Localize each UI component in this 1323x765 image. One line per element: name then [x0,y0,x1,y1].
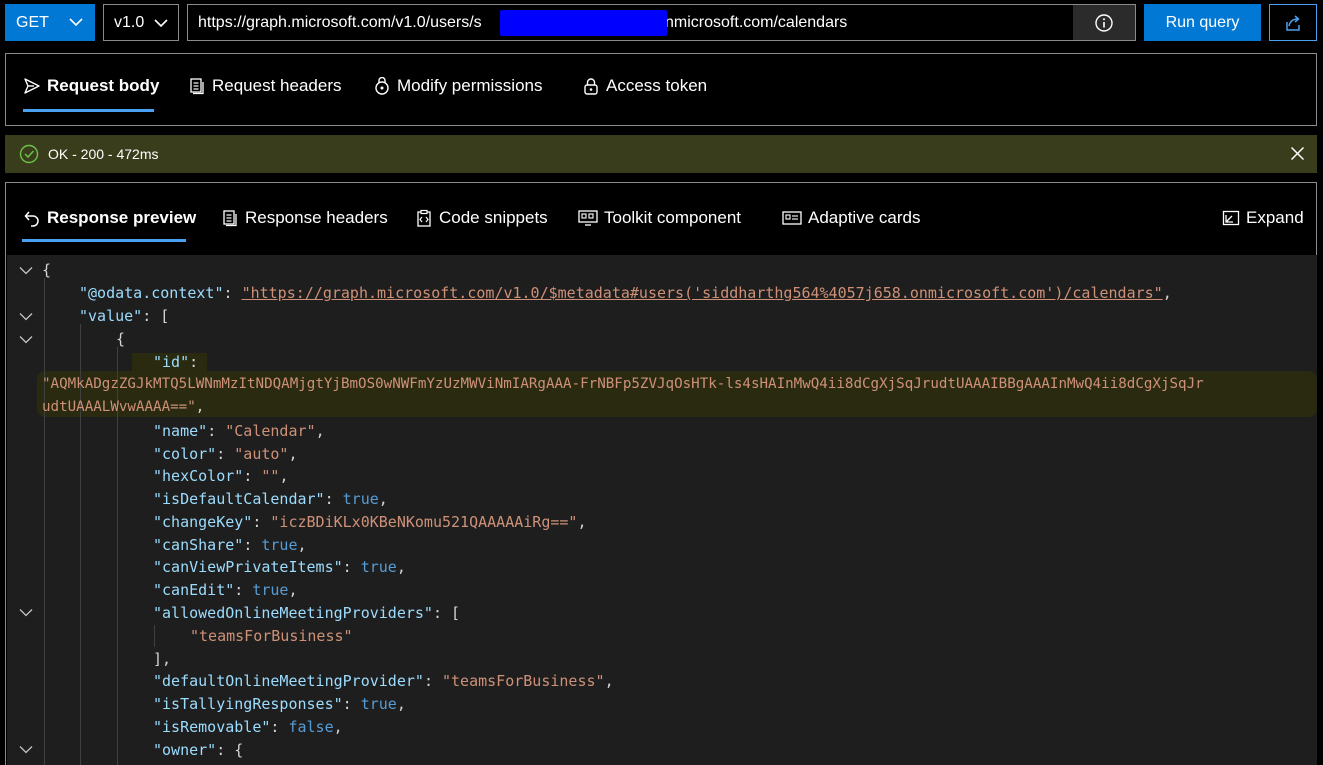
fold-toggle[interactable] [19,601,35,624]
info-icon [1095,13,1113,32]
redaction-mark [500,10,667,36]
chevron-down-icon [19,746,33,754]
response-json-editor[interactable]: { "@odata.context": "https://graph.micro… [7,255,1317,765]
indent-guide [154,625,155,647]
permissions-icon [375,77,389,95]
expand-button[interactable]: Expand [1222,206,1304,230]
fold-toggle[interactable] [19,328,35,351]
document-icon [223,210,237,227]
version-label: v1.0 [114,13,145,31]
card-icon [782,211,802,225]
code-line: "canEdit": true, [153,581,298,599]
document-icon [190,78,204,95]
code-line: { [116,330,126,348]
code-line: "value": [ [79,307,170,325]
send-icon [24,78,40,94]
code-line: "color": "auto", [153,445,298,463]
component-icon [578,210,598,226]
fold-toggle[interactable] [19,738,35,761]
fold-toggle[interactable] [19,259,35,282]
tab-response-headers[interactable]: Response headers [221,206,388,230]
expand-label: Expand [1246,208,1304,227]
lock-icon [584,78,598,95]
close-icon[interactable] [1290,146,1305,161]
http-method-dropdown[interactable]: GET [5,4,95,41]
tab-code-snippets[interactable]: Code snippets [415,206,548,230]
status-bar: OK - 200 - 472ms [5,135,1317,173]
active-tab-indicator [23,109,154,112]
check-circle-icon [19,144,39,164]
chevron-down-icon [69,18,83,27]
tab-label: Request body [47,76,160,95]
code-line: { [42,261,52,279]
chevron-down-icon [19,267,33,275]
code-line: ], [153,650,172,668]
tab-label: Adaptive cards [808,208,921,227]
fold-toggle[interactable] [19,305,35,328]
code-line: "allowedOnlineMeetingProviders": [ [153,604,461,622]
request-panel: Request body Request headers Modify perm… [5,53,1317,126]
query-bar: GET v1.0 https://graph.microsoft.com/v1.… [0,0,1323,46]
code-line: "isDefaultCalendar": true, [153,490,388,508]
code-line: "hexColor": "", [153,467,289,485]
code-line: "canViewPrivateItems": true, [153,558,406,576]
url-suffix: .onmicrosoft.com/calendars [651,13,848,31]
chevron-down-icon [19,313,33,321]
code-icon [417,209,431,227]
chevron-down-icon [19,336,33,344]
version-dropdown[interactable]: v1.0 [103,4,179,41]
share-icon [1286,14,1300,31]
tab-request-body[interactable]: Request body [23,74,159,98]
code-line: "changeKey": "iczBDiKLx0KBeNKomu521QAAAA… [153,513,587,531]
tab-label: Modify permissions [397,76,543,95]
expand-icon [1222,210,1240,226]
code-line: "owner": { [153,741,244,759]
tab-toolkit-component[interactable]: Toolkit component [578,206,741,230]
tab-label: Toolkit component [604,208,742,227]
share-button[interactable] [1269,4,1317,41]
tab-label: Response preview [47,208,197,227]
code-line: "defaultOnlineMeetingProvider": "teamsFo… [153,672,614,690]
code-line: udtUAAALWvwAAAA==", [42,399,205,415]
tab-modify-permissions[interactable]: Modify permissions [373,74,543,98]
code-line: "teamsForBusiness" [190,627,353,645]
code-line: "id": [153,353,199,371]
tab-label: Response headers [245,208,388,227]
run-query-button[interactable]: Run query [1144,4,1261,41]
code-line: "AQMkADgzZGJkMTQ5LWNmMzItNDQAMjgtYjBmOS0… [42,376,1204,392]
info-button[interactable] [1073,5,1135,40]
tab-response-preview[interactable]: Response preview [23,206,196,230]
code-line: "canShare": true, [153,536,307,554]
code-line: "@odata.context": "https://graph.microso… [79,284,1172,302]
tab-label: Request headers [212,76,342,95]
undo-arrow-icon [24,211,39,227]
code-line: "name": "Calendar", [153,422,325,440]
tab-label: Code snippets [439,208,548,227]
chevron-down-icon [19,609,33,617]
chevron-down-icon [154,19,168,28]
tab-adaptive-cards[interactable]: Adaptive cards [782,206,920,230]
active-tab-indicator [22,239,186,242]
code-line: "isRemovable": false, [153,718,343,736]
code-line: "isTallyingResponses": true, [153,695,406,713]
tab-label: Access token [606,76,708,95]
status-text: OK - 200 - 472ms [48,146,159,162]
indent-guide [44,278,45,765]
tab-access-token[interactable]: Access token [582,74,707,98]
http-method-label: GET [16,13,49,31]
url-prefix: https://graph.microsoft.com/v1.0/users/s [198,13,482,31]
response-panel: Response preview Response headers Code s… [5,182,1317,765]
tab-request-headers[interactable]: Request headers [188,74,341,98]
url-input[interactable]: https://graph.microsoft.com/v1.0/users/s… [187,4,1136,41]
